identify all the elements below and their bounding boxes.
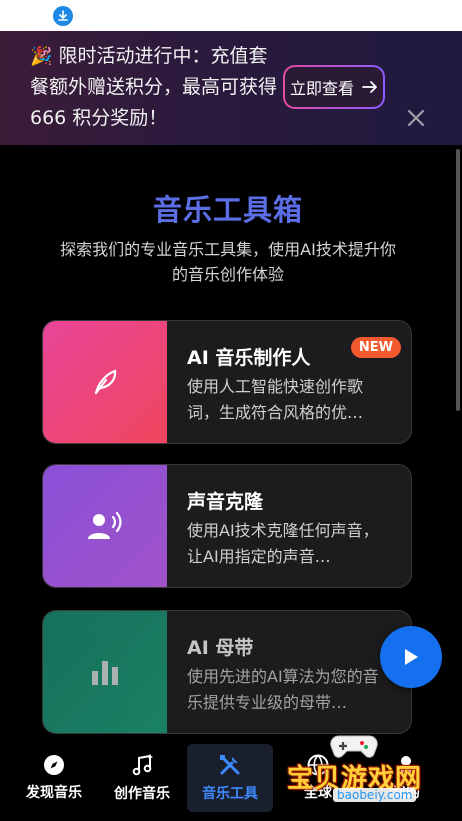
tool-description: 使用AI技术克隆任何声音，让AI用指定的声音…	[187, 521, 379, 566]
close-icon[interactable]	[403, 105, 429, 131]
scrollbar[interactable]	[456, 149, 460, 411]
bar-chart-icon	[92, 661, 118, 685]
page-subtitle: 探索我们的专业音乐工具集，使用AI技术提升你的音乐创作体验	[60, 240, 396, 284]
download-icon	[53, 6, 73, 26]
tool-title: 声音克隆	[187, 491, 264, 513]
tool-card-ai-music-producer[interactable]: AI 音乐制作人 NEW 使用人工智能快速创作歌词，生成符合风格的优…	[42, 320, 412, 444]
voice-user-icon	[88, 511, 122, 539]
nav-label: 发现音乐	[26, 785, 82, 801]
play-icon	[405, 649, 418, 665]
tool-description: 使用人工智能快速创作歌词，生成符合风格的优…	[187, 377, 364, 422]
gamepad-icon	[330, 735, 378, 758]
nav-create-music[interactable]: 创作音乐	[99, 744, 185, 812]
tool-card-voice-clone[interactable]: 声音克隆 使用AI技术克隆任何声音，让AI用指定的声音…	[42, 464, 412, 588]
play-button[interactable]	[380, 626, 442, 688]
view-now-button[interactable]: 立即查看	[283, 65, 385, 109]
page-title: 音乐工具箱	[152, 193, 303, 227]
tool-thumb	[43, 321, 167, 443]
party-emoji: 🎉	[30, 46, 53, 67]
view-now-label: 立即查看	[289, 79, 354, 98]
feather-icon	[94, 369, 117, 395]
promo-text: 🎉 限时活动进行中：充值套餐额外赠送积分，最高可获得 666 积分奖励！	[30, 41, 280, 134]
nav-discover-music[interactable]: 发现音乐	[11, 744, 97, 812]
tool-title: AI 母带	[187, 637, 254, 659]
promo-message: 限时活动进行中：充值套餐额外赠送积分，最高可获得 666 积分奖励！	[30, 45, 278, 129]
new-badge: NEW	[350, 337, 401, 358]
tool-thumb	[43, 611, 167, 733]
nav-label: 创作音乐	[114, 786, 170, 802]
arrow-right-icon	[362, 81, 377, 93]
watermark-url: baobeiy.com	[333, 788, 417, 802]
tools-icon	[220, 755, 240, 775]
tool-thumb	[43, 465, 167, 587]
compass-icon	[44, 755, 64, 775]
status-bar	[0, 0, 462, 31]
tool-title: AI 音乐制作人	[187, 347, 311, 369]
nav-music-tools[interactable]: 音乐工具	[187, 744, 273, 812]
promo-banner: 🎉 限时活动进行中：充值套餐额外赠送积分，最高可获得 666 积分奖励！ 立即查…	[0, 31, 462, 145]
main-content: 音乐工具箱 探索我们的专业音乐工具集，使用AI技术提升你的音乐创作体验 AI 音…	[0, 145, 462, 740]
tool-description: 使用先进的AI算法为您的音乐提供专业级的母带…	[187, 667, 379, 712]
nav-label: 音乐工具	[202, 786, 258, 802]
music-note-icon	[132, 754, 153, 776]
tool-card-ai-mastering[interactable]: AI 母带 使用先进的AI算法为您的音乐提供专业级的母带…	[42, 610, 412, 734]
watermark: 宝贝游戏网 baobeiy.com	[287, 730, 459, 802]
